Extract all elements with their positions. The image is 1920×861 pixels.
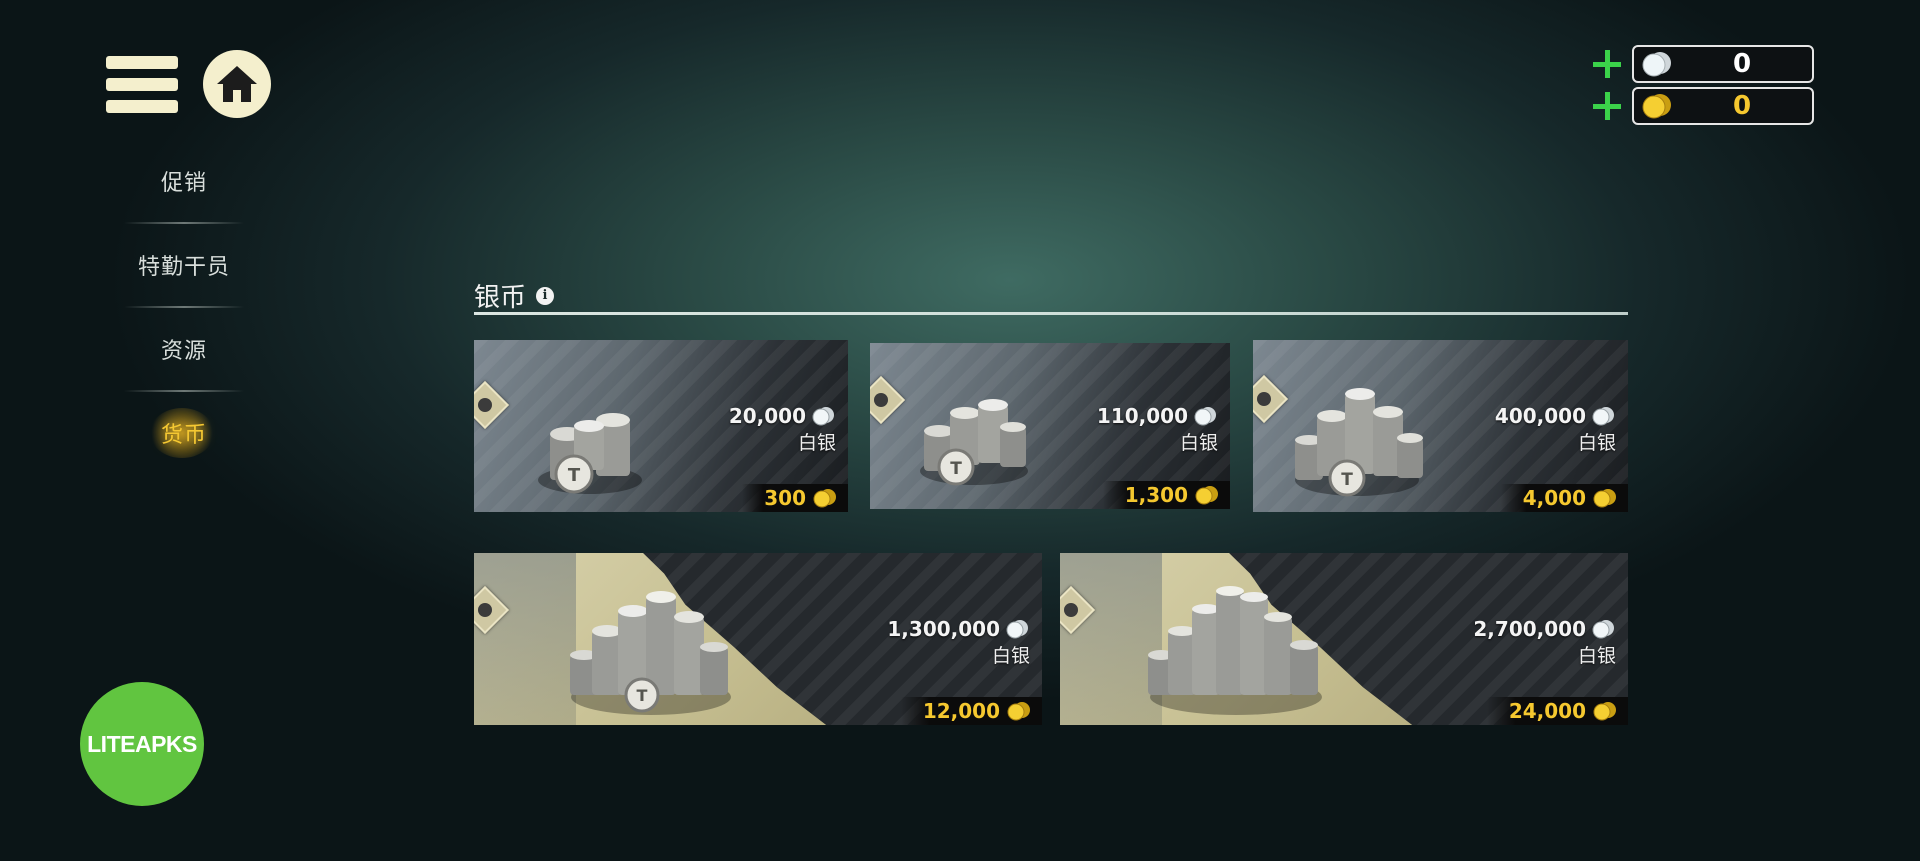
svg-text:T: T	[1341, 470, 1353, 490]
sidebar-item-operators[interactable]: 特勤干员	[118, 224, 250, 306]
section-divider	[474, 312, 1628, 315]
gold-balance-box: 0	[1632, 87, 1814, 125]
offer-price-value: 24,000	[1508, 699, 1586, 723]
gold-coin-icon	[1593, 489, 1616, 508]
watermark-badge: LITEAPKS	[80, 682, 204, 806]
silver-coin-pile-icon: T	[920, 399, 1028, 486]
section-title-text: 银币	[474, 283, 527, 313]
silver-coin-pile-icon: T	[1295, 388, 1423, 497]
silver-coin-pile-icon	[1148, 586, 1322, 715]
offer-amount: 20,000	[729, 404, 836, 428]
offer-price-value: 4,000	[1522, 486, 1586, 510]
offer-unit: 白银	[797, 432, 836, 454]
sidebar-item-promotions[interactable]: 促销	[118, 140, 250, 222]
offer-unit: 白银	[1179, 432, 1218, 454]
offer-price: 300	[742, 484, 848, 512]
offer-amount: 1,300,000	[887, 617, 1030, 641]
offer-card[interactable]: T 400,000 白银 4,000	[1253, 340, 1628, 512]
svg-text:T: T	[950, 459, 962, 479]
gold-coin-icon	[1007, 702, 1030, 721]
silver-coin-icon	[812, 407, 834, 426]
offer-card[interactable]: T 110,000 白银 1,300	[870, 343, 1230, 509]
card-shade	[474, 553, 577, 725]
offer-price: 4,000	[1500, 484, 1628, 512]
sidebar-item-label: 货币	[160, 423, 207, 448]
offer-amount-value: 110,000	[1096, 404, 1188, 428]
offer-price: 24,000	[1486, 697, 1628, 725]
silver-balance: 0	[1590, 45, 1814, 83]
silver-coin-icon	[1642, 52, 1671, 77]
sidebar-item-currency[interactable]: 货币	[118, 392, 250, 474]
gold-coin-icon	[1195, 486, 1218, 505]
add-gold-button[interactable]	[1590, 89, 1624, 123]
watermark-text: LITEAPKS	[87, 730, 197, 757]
gold-coin-icon	[1593, 702, 1616, 721]
silver-coin-pile-icon: T	[538, 413, 642, 494]
silver-balance-value: 0	[1732, 49, 1752, 79]
offer-amount-value: 400,000	[1494, 404, 1586, 428]
silver-coin-pile-icon: T	[570, 591, 731, 715]
offer-amount-value: 1,300,000	[887, 617, 1000, 641]
offer-price: 12,000	[900, 697, 1042, 725]
offer-unit: 白银	[991, 645, 1030, 667]
add-silver-button[interactable]	[1590, 47, 1624, 81]
sidebar-item-label: 促销	[160, 171, 207, 196]
menu-bar	[106, 100, 178, 113]
menu-button[interactable]	[106, 56, 178, 114]
offer-amount: 2,700,000	[1473, 617, 1616, 641]
category-sidebar: 促销 特勤干员 资源 货币	[118, 140, 250, 474]
offer-price: 1,300	[1102, 481, 1230, 509]
silver-coin-icon	[1592, 620, 1614, 639]
svg-text:T: T	[637, 686, 648, 705]
sidebar-item-label: 特勤干员	[137, 255, 230, 280]
offer-price-value: 300	[764, 486, 806, 510]
svg-text:T: T	[568, 465, 581, 486]
silver-balance-box: 0	[1632, 45, 1814, 83]
offer-unit: 白银	[1577, 645, 1616, 667]
gold-balance: 0	[1590, 87, 1814, 125]
offer-card[interactable]: 2,700,000 白银 24,000	[1060, 553, 1628, 725]
offer-amount-value: 2,700,000	[1473, 617, 1586, 641]
home-icon	[217, 66, 257, 102]
section-title: 银币 i	[474, 277, 555, 314]
offer-amount-value: 20,000	[728, 404, 806, 428]
offer-unit: 白银	[1577, 432, 1616, 454]
offer-price-value: 1,300	[1124, 483, 1188, 507]
silver-coin-icon	[1006, 620, 1028, 639]
silver-coin-icon	[1592, 407, 1614, 426]
menu-bar	[106, 78, 178, 91]
sidebar-item-label: 资源	[160, 339, 207, 364]
offer-amount: 110,000	[1097, 404, 1218, 428]
offer-price-value: 12,000	[922, 699, 1000, 723]
gold-balance-value: 0	[1732, 91, 1752, 121]
offer-card[interactable]: T 1,300,000 白银 12,000	[474, 553, 1042, 725]
gold-coin-icon	[813, 489, 836, 508]
home-button[interactable]	[203, 50, 271, 118]
menu-bar	[106, 56, 178, 69]
silver-coin-icon	[1194, 407, 1216, 426]
gold-coin-icon	[1642, 94, 1671, 119]
offer-amount: 400,000	[1495, 404, 1616, 428]
info-icon[interactable]: i	[536, 286, 555, 305]
sidebar-item-resources[interactable]: 资源	[118, 308, 250, 390]
offer-card[interactable]: T 20,000 白银 300	[474, 340, 848, 512]
